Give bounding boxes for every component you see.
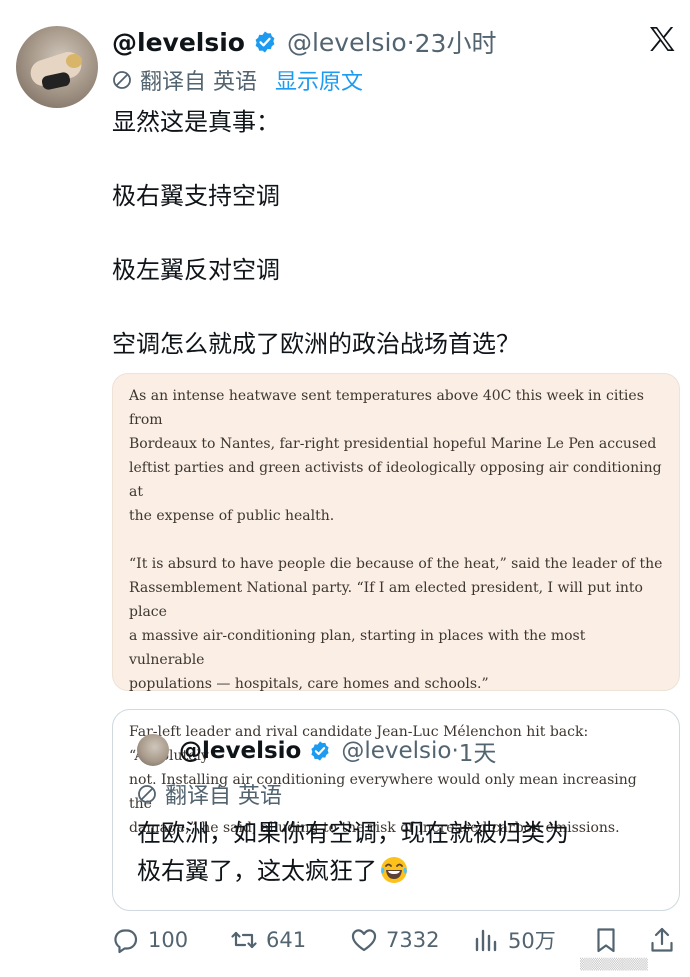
view-count: 50万 xyxy=(508,929,556,953)
action-bar: 100 641 7332 50万 xyxy=(112,922,680,958)
article-line: Bordeaux to Nantes, far-right presidenti… xyxy=(129,436,657,452)
tweet-text-line: 显然这是真事： xyxy=(112,108,280,136)
reply-count: 100 xyxy=(148,928,189,952)
bookmark-icon xyxy=(597,928,615,953)
article-line: a massive air-conditioning plan, startin… xyxy=(129,628,586,668)
article-line: leftist parties and green activists of i… xyxy=(129,460,662,500)
article-paragraph: As an intense heatwave sent temperatures… xyxy=(129,384,663,528)
separator: · xyxy=(406,27,415,57)
quoted-avatar[interactable] xyxy=(137,734,169,766)
timestamp[interactable]: 23小时 xyxy=(415,24,497,60)
article-line: populations — hospitals, care homes and … xyxy=(129,676,489,692)
like-button[interactable]: 7332 xyxy=(350,926,472,954)
article-paragraph: “It is absurd to have people die because… xyxy=(129,552,663,696)
verified-badge-icon xyxy=(255,31,275,53)
quoted-handle[interactable]: @levelsio xyxy=(341,738,451,764)
show-original-link[interactable]: 显示原文 xyxy=(275,64,363,96)
laughing-tears-emoji-icon xyxy=(381,857,407,883)
article-screenshot-image[interactable]: As an intense heatwave sent temperatures… xyxy=(112,373,680,836)
tweet-text-line: 空调怎么就成了欧洲的政治战场首选？ xyxy=(112,330,520,358)
tweet-text-line: 极左翼反对空调 xyxy=(112,256,280,284)
quoted-timestamp[interactable]: 1天 xyxy=(459,734,497,768)
share-button[interactable] xyxy=(648,926,676,954)
tweet-header: @levelsio @levelsio · 23小时 xyxy=(112,24,496,60)
quoted-tweet-text: 在欧洲，如果你有空调，现在就被归类为 极右翼了，这太疯狂了 xyxy=(137,814,657,890)
display-name[interactable]: @levelsio xyxy=(112,28,245,57)
translate-icon xyxy=(113,71,131,89)
handle[interactable]: @levelsio xyxy=(287,28,407,57)
quoted-display-name[interactable]: @levelsio xyxy=(179,738,301,764)
views-chart-icon xyxy=(475,929,497,952)
share-icon xyxy=(651,927,673,952)
heart-icon xyxy=(351,929,377,952)
quoted-tweet[interactable]: @levelsio @levelsio · 1天 翻译自 英语 在欧洲，如果你有… xyxy=(112,709,680,911)
reply-icon xyxy=(114,929,138,954)
quoted-translated-from-label: 翻译自 英语 xyxy=(165,784,282,809)
translate-icon xyxy=(138,785,156,803)
translation-row: 翻译自 英语 显示原文 xyxy=(112,64,363,96)
avatar[interactable] xyxy=(16,26,98,108)
quoted-text-line: 在欧洲，如果你有空调，现在就被归类为 xyxy=(137,819,569,847)
article-line: Rassemblement National party. “If I am e… xyxy=(129,580,643,620)
tweet-text-line: 极右翼支持空调 xyxy=(112,182,280,210)
repost-button[interactable]: 641 xyxy=(230,926,350,954)
like-count: 7332 xyxy=(386,928,440,952)
repost-count: 641 xyxy=(266,928,307,952)
quoted-header: @levelsio @levelsio · 1天 xyxy=(179,734,496,768)
watermark: ▒▒▒▒▒▒▒▒ xyxy=(580,958,648,971)
separator: · xyxy=(451,738,459,764)
article-line: “It is absurd to have people die because… xyxy=(129,556,663,572)
verified-badge-icon xyxy=(311,741,329,761)
reply-button[interactable]: 100 xyxy=(112,926,230,954)
repost-icon xyxy=(231,931,257,949)
bookmark-button[interactable] xyxy=(592,926,648,954)
views-button[interactable]: 50万 xyxy=(472,925,592,955)
article-line: the expense of public health. xyxy=(129,508,335,524)
quoted-translation-row: 翻译自 英语 xyxy=(137,778,282,810)
article-line: As an intense heatwave sent temperatures… xyxy=(129,388,644,428)
translated-from-label: 翻译自 英语 xyxy=(140,70,257,95)
x-logo-icon[interactable] xyxy=(647,24,677,54)
quoted-text-line: 极右翼了，这太疯狂了 xyxy=(137,857,377,885)
